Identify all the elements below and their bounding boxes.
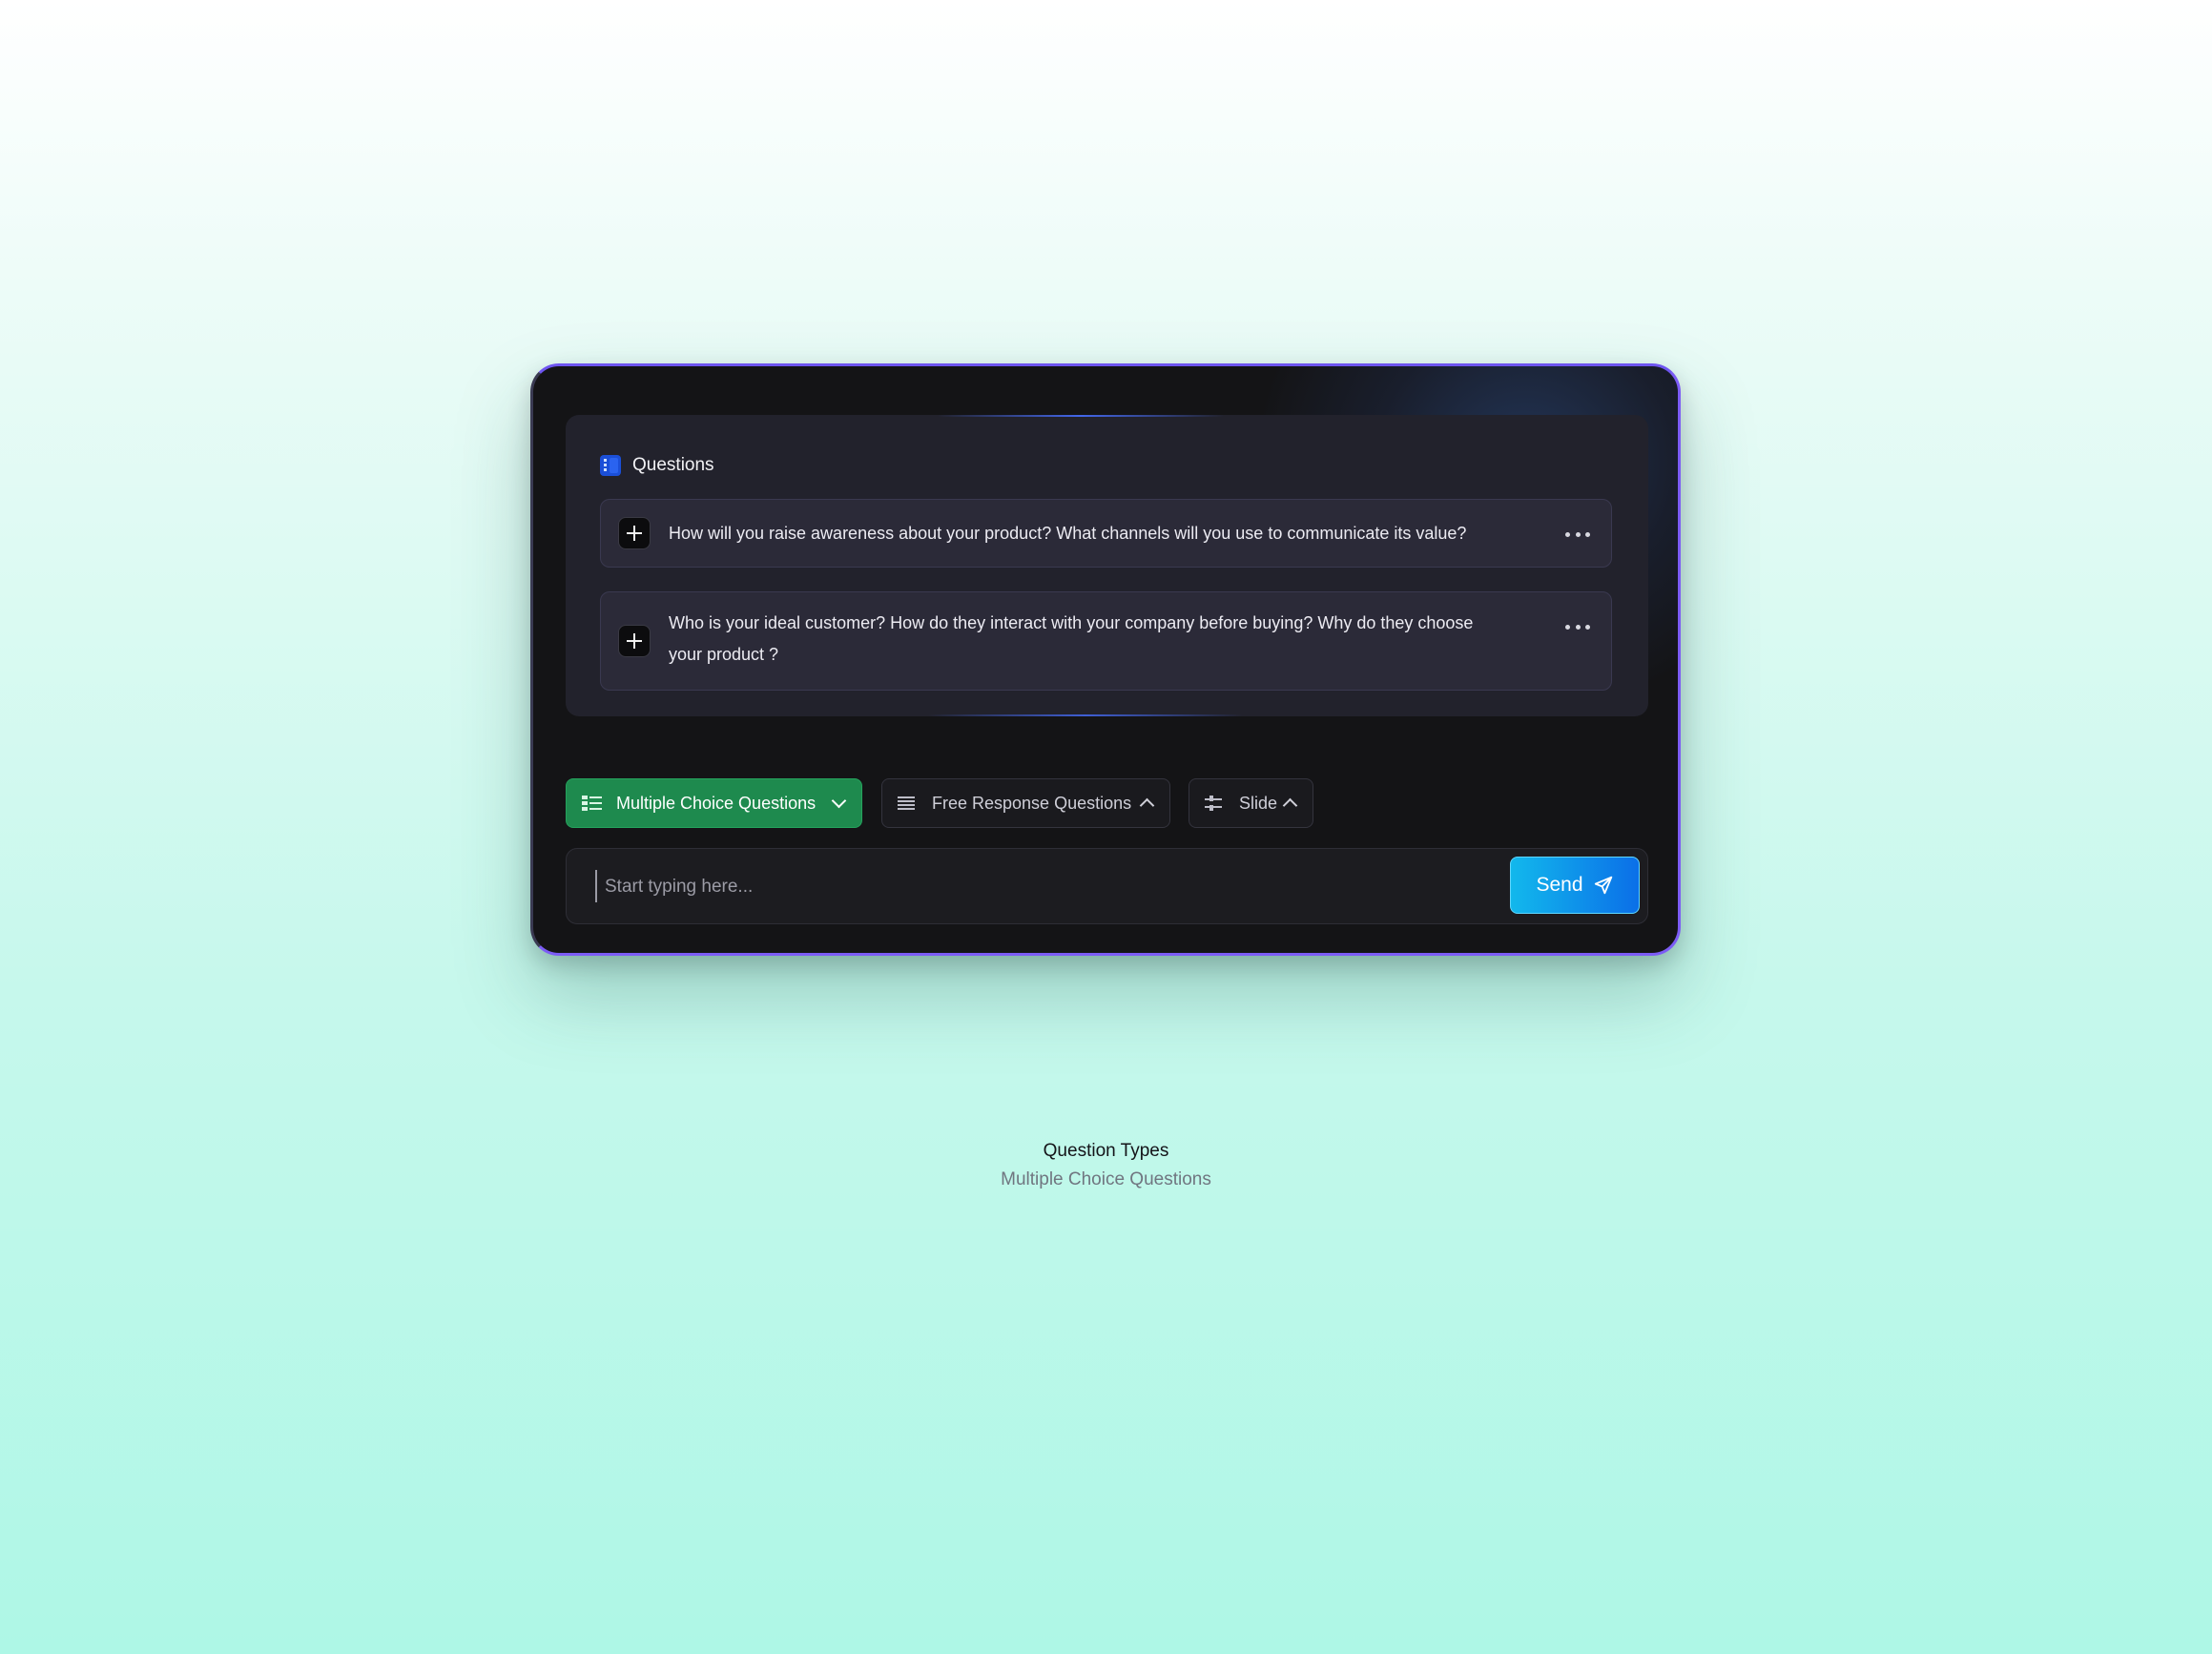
add-question-button[interactable]	[618, 517, 651, 549]
question-text: Who is your ideal customer? How do they …	[669, 613, 1474, 664]
caption-title: Question Types	[1043, 1141, 1169, 1161]
chevron-up-icon	[1139, 797, 1155, 814]
question-item[interactable]: Who is your ideal customer? How do they …	[600, 591, 1612, 691]
sliders-icon	[1205, 795, 1226, 812]
question-text: How will you raise awareness about your …	[669, 524, 1467, 543]
free-response-type-button[interactable]: Free Response Questions	[881, 778, 1170, 828]
question-composer-card: Questions How will you raise awareness a…	[530, 363, 1681, 956]
message-input-bar: Send	[566, 848, 1648, 924]
send-label: Send	[1536, 874, 1583, 896]
text-caret	[595, 870, 597, 902]
chevron-up-icon	[1282, 797, 1298, 814]
more-horizontal-icon[interactable]	[1565, 531, 1590, 537]
slide-type-button[interactable]: Slide	[1189, 778, 1313, 828]
caption-subtitle: Multiple Choice Questions	[1001, 1169, 1211, 1189]
multiple-choice-label: Multiple Choice Questions	[616, 793, 817, 813]
more-horizontal-icon[interactable]	[1565, 624, 1590, 630]
free-response-label: Free Response Questions	[932, 793, 1132, 813]
document-icon	[600, 455, 621, 476]
list-choice-icon	[582, 795, 603, 812]
questions-panel-header: Questions	[600, 455, 714, 476]
send-button[interactable]: Send	[1510, 857, 1640, 914]
questions-panel-title: Questions	[632, 455, 714, 475]
chevron-down-icon	[831, 793, 847, 809]
paper-plane-icon	[1594, 876, 1612, 895]
slide-label: Slide	[1239, 793, 1278, 813]
message-input[interactable]	[603, 864, 1446, 910]
multiple-choice-type-button[interactable]: Multiple Choice Questions	[566, 778, 862, 828]
add-question-button[interactable]	[618, 625, 651, 657]
questions-panel: Questions How will you raise awareness a…	[566, 415, 1648, 716]
text-lines-icon	[898, 795, 919, 812]
question-item[interactable]: How will you raise awareness about your …	[600, 499, 1612, 568]
